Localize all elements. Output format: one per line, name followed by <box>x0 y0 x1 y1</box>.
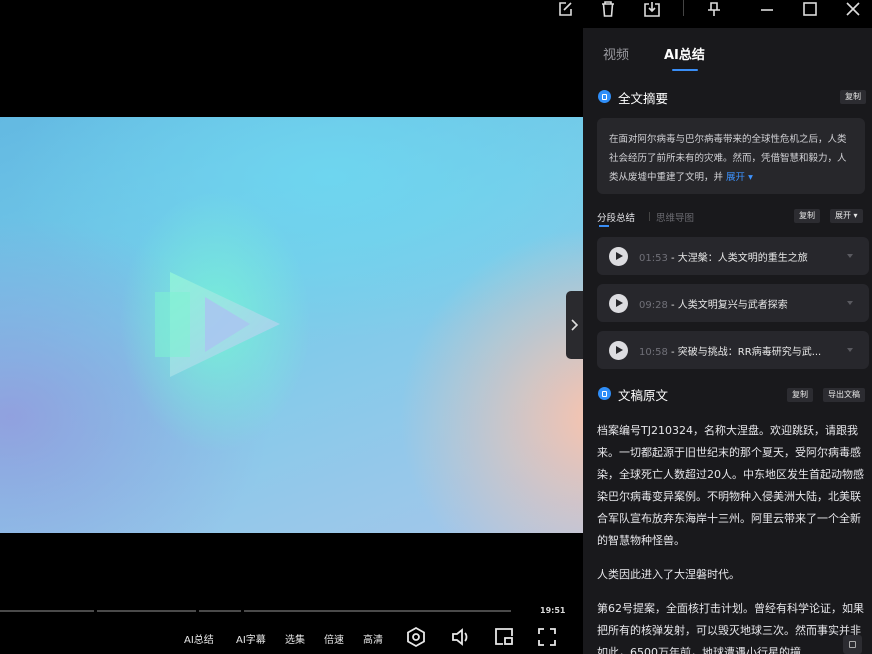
segment-label: 09:28 - 人类文明复兴与武者探索 <box>639 300 788 311</box>
pin-icon[interactable] <box>701 0 727 18</box>
summary-card: 在面对阿尔病毒与巴尔病毒带来的全球性危机之后，人类社会经历了前所未有的灾难。然而… <box>597 118 865 194</box>
document-icon <box>598 90 611 103</box>
tab-video[interactable]: 视频 <box>603 44 629 63</box>
duration-label: 19:51 <box>540 606 566 615</box>
copy-segments-button[interactable]: 复制 <box>794 209 820 223</box>
chevron-down-icon[interactable] <box>847 301 853 305</box>
picture-in-picture-icon[interactable] <box>493 626 515 648</box>
settings-icon[interactable] <box>405 626 427 648</box>
active-tab-indicator <box>672 69 698 71</box>
panel-collapse-button[interactable] <box>566 291 583 359</box>
ai-summary-panel: 视频 AI总结 全文摘要 复制 在面对阿尔病毒与巴尔病毒带来的全球性危机之后，人… <box>583 28 872 654</box>
expand-summary-link[interactable]: 展开 ▾ <box>726 172 753 183</box>
feedback-icon[interactable] <box>843 635 862 654</box>
chevron-down-icon[interactable] <box>847 348 853 352</box>
edit-icon[interactable] <box>552 0 578 18</box>
transcript-text: 档案编号TJ210324，名称大涅盘。欢迎跳跃，请跟我来。一切都起源于旧世纪末的… <box>597 420 870 654</box>
summary-text: 在面对阿尔病毒与巴尔病毒带来的全球性危机之后，人类社会经历了前所未有的灾难。然而… <box>609 134 847 183</box>
section-title-summary: 全文摘要 <box>618 91 669 106</box>
transcript-paragraph: 第62号提案，全面核打击计划。曾经有科学论证，如果把所有的核弹发射，可以毁灭地球… <box>597 602 864 654</box>
segment-item[interactable]: 10:58 - 突破与挑战：RR病毒研究与武... <box>597 331 869 369</box>
volume-icon[interactable] <box>449 626 471 648</box>
divider <box>649 212 650 221</box>
divider <box>683 0 684 16</box>
play-icon[interactable] <box>609 247 628 266</box>
play-icon[interactable] <box>609 341 628 360</box>
episodes-button[interactable]: 选集 <box>285 631 305 646</box>
player-logo-icon <box>155 272 280 377</box>
download-icon[interactable] <box>639 0 665 18</box>
segment-label: 10:58 - 突破与挑战：RR病毒研究与武... <box>639 347 822 358</box>
tab-segment-summary[interactable]: 分段总结 <box>597 210 635 224</box>
speed-button[interactable]: 倍速 <box>324 631 344 646</box>
segment-label: 01:53 - 大涅槃：人类文明的重生之旅 <box>639 253 808 264</box>
segment-item[interactable]: 09:28 - 人类文明复兴与武者探索 <box>597 284 869 322</box>
progress-bar[interactable] <box>0 610 511 612</box>
transcript-paragraph: 档案编号TJ210324，名称大涅盘。欢迎跳跃，请跟我来。一切都起源于旧世纪末的… <box>597 424 864 547</box>
copy-transcript-button[interactable]: 复制 <box>787 388 813 402</box>
transcript-paragraph: 人类因此进入了大涅磐时代。 <box>597 568 740 581</box>
close-icon[interactable] <box>840 0 866 18</box>
video-frame[interactable] <box>0 117 583 533</box>
export-transcript-button[interactable]: 导出文稿 <box>823 388 865 402</box>
chevron-right-icon <box>571 319 579 331</box>
play-icon[interactable] <box>609 294 628 313</box>
minimize-icon[interactable] <box>754 0 780 18</box>
expand-segments-button[interactable]: 展开 ▾ <box>830 209 863 223</box>
maximize-icon[interactable] <box>797 0 823 18</box>
trash-icon[interactable] <box>595 0 621 18</box>
fullscreen-icon[interactable] <box>536 626 558 648</box>
copy-summary-button[interactable]: 复制 <box>840 90 866 104</box>
quality-button[interactable]: 高清 <box>363 631 383 646</box>
segment-item[interactable]: 01:53 - 大涅槃：人类文明的重生之旅 <box>597 237 869 275</box>
ai-subtitle-button[interactable]: AI字幕 <box>236 631 266 646</box>
tab-ai-summary[interactable]: AI总结 <box>664 44 705 63</box>
ai-summary-button[interactable]: AI总结 <box>184 631 214 646</box>
tab-mind-map[interactable]: 思维导图 <box>656 210 694 224</box>
section-title-transcript: 文稿原文 <box>618 388 669 403</box>
segment-tab-indicator <box>599 225 609 227</box>
transcript-icon <box>598 387 611 400</box>
chevron-down-icon[interactable] <box>847 254 853 258</box>
